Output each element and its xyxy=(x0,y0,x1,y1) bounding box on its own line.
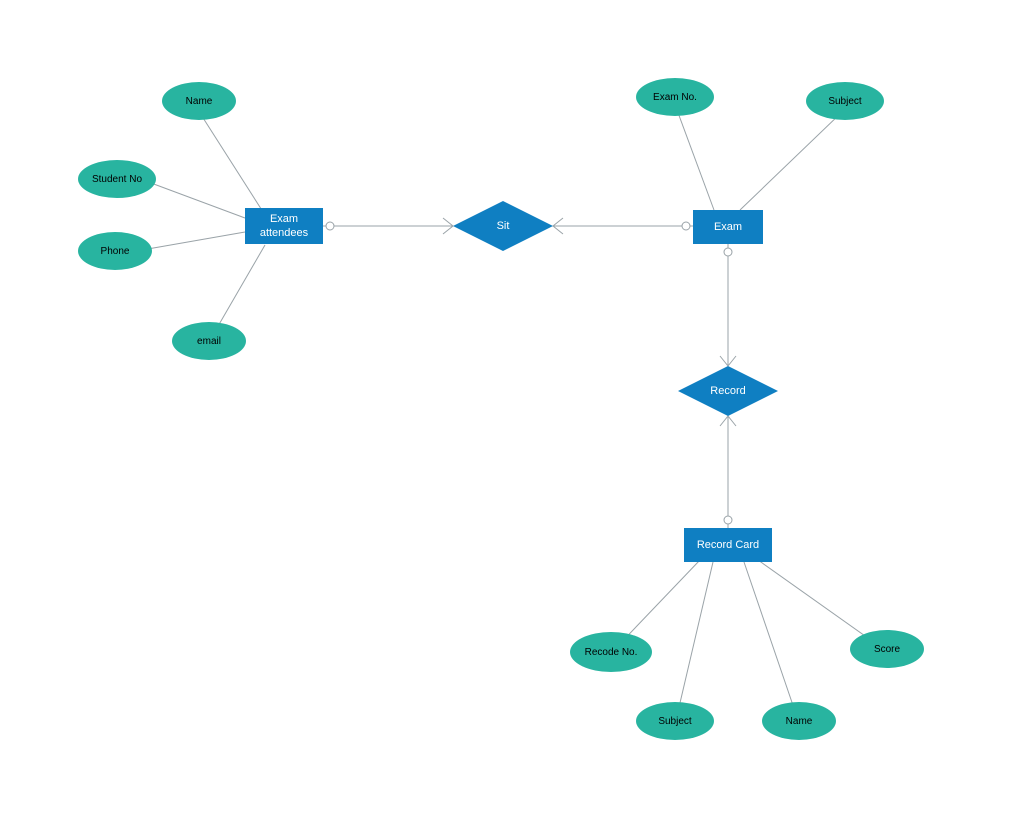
attr-score: Score xyxy=(850,630,924,668)
attr-label: Name xyxy=(186,96,213,107)
attr-label: email xyxy=(197,336,221,347)
entity-label: Exam xyxy=(714,220,742,234)
relationship-record: Record xyxy=(678,366,778,416)
entity-exam: Exam xyxy=(693,210,763,244)
attr-subject-record: Subject xyxy=(636,702,714,740)
attr-label: Subject xyxy=(828,96,861,107)
connector-lines xyxy=(0,0,1024,816)
attr-name-record: Name xyxy=(762,702,836,740)
attr-label: Recode No. xyxy=(585,647,638,658)
attr-label: Student No xyxy=(92,174,142,185)
relationship-label: Sit xyxy=(497,220,510,232)
entity-exam-attendees: Exam attendees xyxy=(245,208,323,244)
attr-phone: Phone xyxy=(78,232,152,270)
entity-record-card: Record Card xyxy=(684,528,772,562)
attr-student-no: Student No xyxy=(78,160,156,198)
attr-name: Name xyxy=(162,82,236,120)
relationship-sit: Sit xyxy=(453,201,553,251)
attr-label: Score xyxy=(874,644,900,655)
attr-label: Phone xyxy=(101,246,130,257)
attr-label: Exam No. xyxy=(653,92,697,103)
entity-label: Exam attendees xyxy=(245,212,323,241)
attr-label: Subject xyxy=(658,716,691,727)
attr-email: email xyxy=(172,322,246,360)
attr-label: Name xyxy=(786,716,813,727)
attr-subject-exam: Subject xyxy=(806,82,884,120)
relationship-label: Record xyxy=(710,385,745,397)
entity-label: Record Card xyxy=(697,538,759,552)
attr-recode-no: Recode No. xyxy=(570,632,652,672)
attr-exam-no: Exam No. xyxy=(636,78,714,116)
